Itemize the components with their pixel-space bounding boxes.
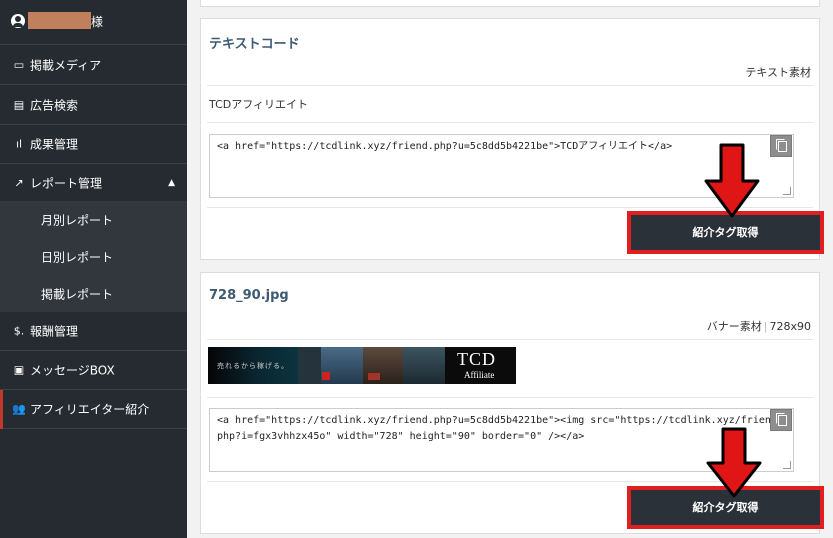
user-header[interactable]: 様 (0, 0, 187, 45)
sidebar: 様 ▭ 掲載メディア ▤ 広告検索 ıl 成果管理 ↗ レポート管理 ▲ 月別レ… (0, 0, 187, 538)
active-indicator (0, 390, 3, 429)
copy-icon[interactable] (770, 135, 792, 157)
card-title: テキストコード (209, 37, 300, 52)
main-content: テキストコード テキスト素材 TCDアフィリエイト <a href="https… (187, 0, 833, 538)
user-circle-icon (11, 14, 25, 28)
monitor-icon: ▤ (13, 98, 25, 112)
sidebar-item-affiliate-referral[interactable]: 👥 アフィリエイター紹介 (0, 390, 187, 429)
sidebar-item-label: レポート管理 (30, 176, 103, 191)
sidebar-item-media[interactable]: ▭ 掲載メディア (0, 46, 187, 85)
material-meta: バナー素材 | 728x90 (707, 318, 811, 334)
material-type-label: テキスト素材 (745, 66, 811, 79)
sidebar-item-messages[interactable]: ▣ メッセージBOX (0, 351, 187, 390)
resize-handle[interactable] (783, 461, 791, 469)
chevron-up-icon: ▲ (168, 178, 175, 188)
sidebar-subitem-placement[interactable]: 掲載レポート (0, 275, 187, 312)
banner-brand: TCD (457, 349, 496, 369)
material-type-label: バナー素材 (706, 320, 762, 333)
banner-sub: Affiliate (464, 370, 495, 380)
copy-icon[interactable] (770, 409, 792, 431)
sidebar-subitem-label: 月別レポート (41, 213, 114, 227)
banner-image: 売れるから稼げる。 TCD Affiliate (208, 347, 516, 384)
sidebar-item-reports[interactable]: ↗ レポート管理 ▲ (0, 164, 187, 203)
divider (207, 339, 813, 340)
sidebar-subitem-monthly[interactable]: 月別レポート (0, 201, 187, 238)
material-size: 728x90 (769, 320, 811, 333)
banner-caption: 売れるから稼げる。 (217, 362, 289, 370)
previous-card-edge (200, 0, 820, 7)
sidebar-item-label: メッセージBOX (30, 363, 115, 378)
sidebar-item-results[interactable]: ıl 成果管理 (0, 125, 187, 164)
bar-chart-icon: ıl (15, 137, 23, 151)
separator: | (763, 320, 768, 333)
sidebar-item-label: 掲載メディア (30, 58, 102, 73)
sidebar-subitem-daily[interactable]: 日別レポート (0, 238, 187, 275)
divider (207, 397, 813, 398)
device-icon: ▭ (13, 58, 25, 72)
sidebar-item-label: 成果管理 (30, 137, 79, 152)
down-arrow-icon (704, 143, 760, 218)
card-title: 728_90.jpg (209, 288, 289, 303)
sidebar-item-label: 広告検索 (30, 98, 79, 113)
line-chart-icon: ↗ (14, 176, 24, 190)
divider (207, 122, 813, 123)
sidebar-item-label: 報酬管理 (30, 324, 79, 339)
dollar-icon: $. (13, 324, 25, 338)
down-arrow-icon (706, 427, 762, 498)
user-name-redacted (28, 12, 91, 29)
divider (207, 85, 813, 86)
user-plus-icon: 👥 (12, 402, 26, 416)
sidebar-item-rewards[interactable]: $. 報酬管理 (0, 312, 187, 351)
get-referral-tag-button[interactable]: 紹介タグ取得 (631, 215, 820, 250)
inbox-icon: ▣ (13, 363, 25, 377)
tag-code-text: <a href="https://tcdlink.xyz/friend.php?… (217, 141, 673, 152)
resize-handle[interactable] (783, 187, 791, 195)
sidebar-item-ad-search[interactable]: ▤ 広告検索 (0, 86, 187, 125)
sidebar-item-label: アフィリエイター紹介 (30, 402, 150, 417)
sidebar-subitem-label: 日別レポート (41, 250, 114, 264)
material-text: TCDアフィリエイト (209, 98, 309, 111)
user-suffix: 様 (91, 15, 104, 29)
tag-code-text: <a href="https://tcdlink.xyz/friend.php?… (217, 415, 783, 442)
sidebar-subitem-label: 掲載レポート (41, 287, 114, 301)
